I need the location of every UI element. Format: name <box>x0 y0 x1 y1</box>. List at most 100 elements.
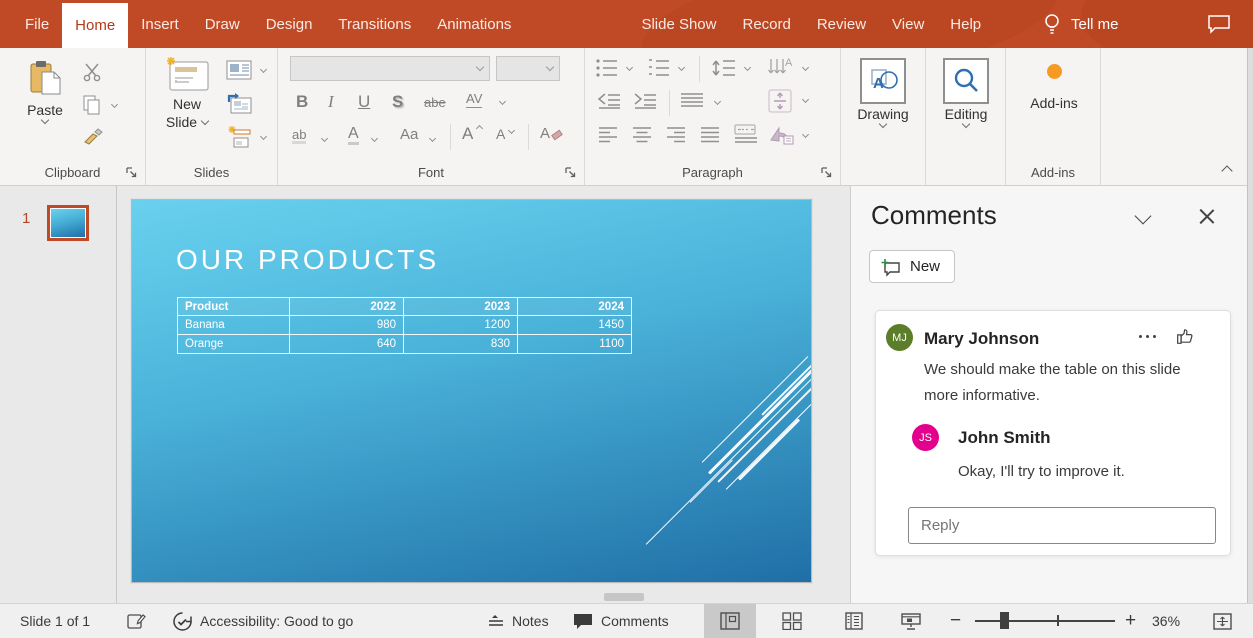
decrease-indent-button[interactable] <box>597 92 621 110</box>
tab-insert[interactable]: Insert <box>128 0 192 48</box>
tab-view[interactable]: View <box>879 0 937 48</box>
table-header-cell[interactable]: 2024 <box>518 298 632 316</box>
drawing-button[interactable]: A Drawing <box>855 58 911 127</box>
tab-slide-show[interactable]: Slide Show <box>628 0 729 48</box>
section-button[interactable] <box>226 124 252 150</box>
copy-chevron-icon[interactable] <box>111 101 118 108</box>
line-spacing-button[interactable] <box>711 56 737 80</box>
zoom-slider-thumb[interactable] <box>1000 612 1009 629</box>
font-dialog-launcher[interactable] <box>564 166 577 179</box>
line-spacing-chevron-icon[interactable] <box>744 64 751 71</box>
table-header-cell[interactable]: 2023 <box>404 298 518 316</box>
text-direction-button[interactable]: A <box>767 56 795 80</box>
cut-button[interactable] <box>82 62 104 82</box>
grow-font-button[interactable]: A <box>462 125 473 142</box>
editing-button[interactable]: Editing <box>938 58 994 127</box>
accessibility-checker[interactable]: Accessibility: Good to go <box>172 604 353 638</box>
smartart-button[interactable] <box>769 126 795 146</box>
align-center-button[interactable] <box>631 126 653 144</box>
notes-toggle[interactable]: Notes <box>487 604 549 638</box>
zoom-level[interactable]: 36% <box>1152 604 1180 638</box>
clipboard-dialog-launcher[interactable] <box>125 166 138 179</box>
slide-counter[interactable]: Slide 1 of 1 <box>20 604 90 638</box>
reset-slide-button[interactable] <box>226 92 252 116</box>
table-header-cell[interactable]: Product <box>178 298 290 316</box>
distribute-button[interactable] <box>733 124 759 146</box>
normal-view-button[interactable] <box>704 604 756 638</box>
increase-indent-button[interactable] <box>633 92 657 110</box>
italic-button[interactable]: I <box>328 93 334 110</box>
tab-design[interactable]: Design <box>253 0 326 48</box>
smartart-chevron-icon[interactable] <box>802 131 809 138</box>
more-options-icon[interactable] <box>1139 335 1156 338</box>
slide-thumbnail[interactable] <box>47 205 89 241</box>
font-name-combo[interactable] <box>290 56 490 81</box>
display-settings-icon[interactable] <box>126 604 146 638</box>
horizontal-scrollbar[interactable] <box>118 592 850 602</box>
format-painter-button[interactable] <box>82 128 104 148</box>
change-case-button[interactable]: Aa <box>400 127 418 142</box>
feedback-icon[interactable] <box>1207 14 1231 34</box>
align-right-button[interactable] <box>665 126 687 144</box>
comment-card[interactable]: MJ Mary Johnson We should make the table… <box>875 310 1231 556</box>
table-cell[interactable]: Banana <box>178 316 290 335</box>
numbering-chevron-icon[interactable] <box>678 64 685 71</box>
highlight-chevron-icon[interactable] <box>321 135 328 142</box>
highlight-button[interactable]: ab <box>292 128 306 144</box>
addins-button[interactable]: Add-ins <box>1022 64 1086 111</box>
paste-button[interactable]: Paste <box>18 60 72 123</box>
bullets-button[interactable] <box>595 58 619 78</box>
table-cell[interactable]: 830 <box>404 335 518 354</box>
copy-button[interactable] <box>82 94 102 116</box>
align-text-chevron-icon[interactable] <box>802 96 809 103</box>
slide-table[interactable]: Product 2022 2023 2024 Banana 980 1200 1… <box>177 297 632 354</box>
reply-input[interactable] <box>908 507 1216 544</box>
table-cell[interactable]: 640 <box>290 335 404 354</box>
slide-canvas[interactable]: OUR PRODUCTS Product 2022 2023 2024 Bana… <box>131 199 812 583</box>
clear-formatting-button[interactable]: A <box>540 126 550 141</box>
text-shadow-button[interactable]: S <box>392 93 403 110</box>
close-icon[interactable] <box>1199 208 1215 224</box>
comments-toggle[interactable]: Comments <box>572 604 669 638</box>
tab-home[interactable]: Home <box>62 3 128 48</box>
zoom-out-button[interactable]: − <box>950 604 961 638</box>
table-cell[interactable]: 1450 <box>518 316 632 335</box>
font-size-combo[interactable] <box>496 56 560 81</box>
table-cell[interactable]: 1200 <box>404 316 518 335</box>
new-slide-button[interactable]: New Slide <box>156 56 218 130</box>
layout-chevron-icon[interactable] <box>260 66 267 73</box>
paragraph-dialog-launcher[interactable] <box>820 166 833 179</box>
strikethrough-button[interactable]: abe <box>424 96 446 109</box>
numbering-button[interactable] <box>647 58 671 78</box>
zoom-slider-track[interactable] <box>975 620 1115 622</box>
font-color-chevron-icon[interactable] <box>371 135 378 142</box>
chevron-down-icon[interactable] <box>1135 208 1152 225</box>
new-comment-button[interactable]: New <box>869 250 955 283</box>
columns-chevron-icon[interactable] <box>714 98 721 105</box>
tell-me[interactable]: Tell me <box>1043 0 1119 48</box>
tab-draw[interactable]: Draw <box>192 0 253 48</box>
tab-animations[interactable]: Animations <box>424 0 524 48</box>
fit-to-window-button[interactable] <box>1212 604 1233 638</box>
table-cell[interactable]: Orange <box>178 335 290 354</box>
tab-file[interactable]: File <box>12 0 62 48</box>
justify-button[interactable] <box>699 126 721 144</box>
table-header-cell[interactable]: 2022 <box>290 298 404 316</box>
tab-review[interactable]: Review <box>804 0 879 48</box>
table-cell[interactable]: 980 <box>290 316 404 335</box>
bold-button[interactable]: B <box>296 93 308 110</box>
section-chevron-icon[interactable] <box>260 133 267 140</box>
char-spacing-button[interactable]: AV <box>466 92 482 108</box>
tab-transitions[interactable]: Transitions <box>325 0 424 48</box>
table-cell[interactable]: 1100 <box>518 335 632 354</box>
font-color-button[interactable]: A <box>348 126 359 145</box>
vertical-scrollbar[interactable] <box>1247 48 1253 603</box>
align-left-button[interactable] <box>597 126 619 144</box>
slide-title[interactable]: OUR PRODUCTS <box>176 244 439 276</box>
zoom-in-button[interactable]: + <box>1125 604 1136 638</box>
layout-button[interactable] <box>226 60 252 80</box>
slide-sorter-view-button[interactable] <box>766 604 818 638</box>
like-icon[interactable] <box>1176 327 1194 345</box>
collapse-ribbon-icon[interactable] <box>1221 165 1232 176</box>
tab-record[interactable]: Record <box>729 0 803 48</box>
